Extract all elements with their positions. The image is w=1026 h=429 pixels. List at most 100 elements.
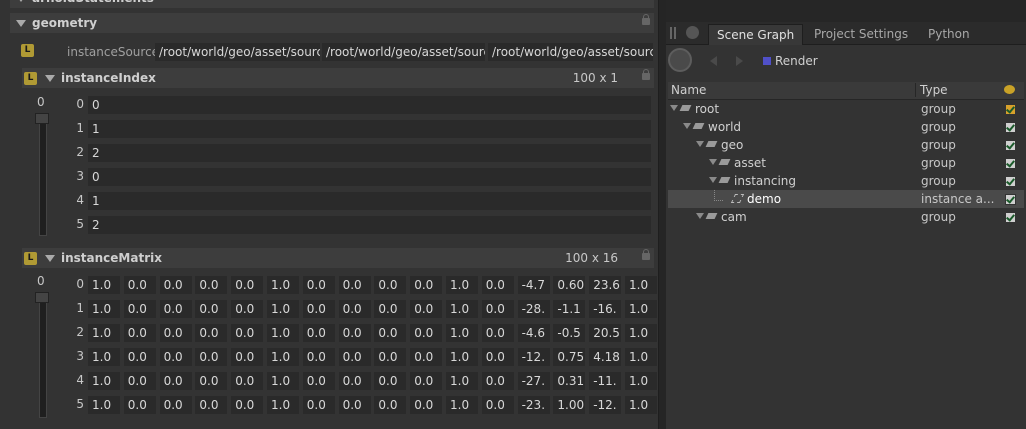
matrix-cell-field[interactable]: 0.0 [481,396,514,414]
matrix-cell-field[interactable]: 1.0 [88,396,120,414]
local-badge[interactable]: L [24,71,37,85]
matrix-cell-field[interactable]: 0.0 [338,300,371,318]
panel-menu-icon[interactable] [686,26,699,39]
matrix-cell-field[interactable]: 0.0 [302,396,335,414]
matrix-cell-field[interactable]: 1.0 [625,348,657,366]
matrix-cell-field[interactable]: 4.18 [589,348,622,366]
visibility-checkbox[interactable] [1005,140,1016,151]
matrix-cell-field[interactable]: 0.0 [374,372,407,390]
matrix-cell-field[interactable]: 0.0 [159,348,192,366]
matrix-cell-field[interactable]: 0.0 [123,348,156,366]
matrix-cell-field[interactable]: 0.0 [302,276,335,294]
expand-arrow-icon[interactable] [696,213,704,219]
matrix-cell-field[interactable]: 1.0 [88,372,120,390]
matrix-cell-field[interactable]: 0.0 [231,348,264,366]
matrix-cell-field[interactable]: 1.0 [446,300,478,318]
matrix-cell-field[interactable]: 0.0 [410,396,443,414]
matrix-cell-field[interactable]: 0.0 [338,372,371,390]
local-badge[interactable]: L [24,251,37,265]
instance-index-header[interactable]: L instanceIndex 100 x 1 [22,68,654,88]
matrix-cell-field[interactable]: 1.0 [625,276,657,294]
geometry-header[interactable]: geometry [10,13,654,33]
matrix-cell-field[interactable]: -12. [517,348,550,366]
visibility-checkbox[interactable] [1005,176,1016,187]
scene-tree-row[interactable]: root group [668,100,1024,118]
matrix-cell-field[interactable]: 0.0 [374,300,407,318]
expand-arrow-icon[interactable] [683,123,691,129]
katana-logo-icon[interactable] [668,48,692,72]
matrix-cell-field[interactable]: 0.0 [231,276,264,294]
scene-tree-row[interactable]: geo group [668,136,1024,154]
matrix-cell-field[interactable]: 1.0 [446,348,478,366]
collapse-arrow-icon[interactable] [45,254,55,262]
instance-index-field[interactable]: 2 [88,216,651,234]
scene-tree-row[interactable]: asset group [668,154,1024,172]
matrix-cell-field[interactable]: 0.0 [231,396,264,414]
matrix-cell-field[interactable]: 0.0 [338,276,371,294]
render-button[interactable]: Render [775,54,818,68]
matrix-cell-field[interactable]: 0.0 [123,276,156,294]
matrix-cell-field[interactable]: 1.0 [625,396,657,414]
matrix-cell-field[interactable]: 0.0 [159,396,192,414]
matrix-cell-field[interactable]: 0.60 [553,276,586,294]
tab-project-settings[interactable]: Project Settings [806,24,916,44]
matrix-cell-field[interactable]: 1.0 [446,324,478,342]
matrix-cell-field[interactable]: -27. [517,372,550,390]
instance-source-field[interactable]: /root/world/geo/asset/source [488,43,653,61]
matrix-cell-field[interactable]: 1.0 [625,300,657,318]
matrix-cell-field[interactable]: 1.0 [267,324,299,342]
matrix-cell-field[interactable]: -0.5 [553,324,586,342]
matrix-cell-field[interactable]: 1.0 [446,372,478,390]
matrix-cell-field[interactable]: 1.0 [267,348,299,366]
visibility-checkbox[interactable] [1005,158,1016,169]
collapse-arrow-icon[interactable] [16,0,26,2]
matrix-cell-field[interactable]: -4.6 [517,324,550,342]
collapse-arrow-icon[interactable] [16,19,26,27]
matrix-cell-field[interactable]: -4.7 [517,276,550,294]
back-arrow-icon[interactable] [710,56,717,66]
lock-icon[interactable] [642,14,650,25]
tab-python[interactable]: Python [920,24,978,44]
matrix-cell-field[interactable]: 0.0 [195,300,228,318]
matrix-cell-field[interactable]: 1.0 [267,276,299,294]
matrix-cell-field[interactable]: -12. [589,396,622,414]
matrix-cell-field[interactable]: 0.0 [231,324,264,342]
matrix-cell-field[interactable]: 0.0 [481,348,514,366]
instance-source-field[interactable]: /root/world/geo/asset/source [322,43,485,61]
instance-index-field[interactable]: 1 [88,192,651,210]
matrix-cell-field[interactable]: 20.5 [589,324,622,342]
forward-arrow-icon[interactable] [736,56,743,66]
matrix-cell-field[interactable]: 0.75 [553,348,586,366]
matrix-cell-field[interactable]: 0.0 [123,300,156,318]
matrix-cell-field[interactable]: 0.0 [159,276,192,294]
matrix-cell-field[interactable]: 1.0 [446,396,478,414]
matrix-scroll-handle[interactable] [35,292,49,303]
matrix-scroll-track[interactable] [39,292,47,418]
matrix-cell-field[interactable]: 0.0 [123,324,156,342]
matrix-cell-field[interactable]: 1.0 [88,300,120,318]
lock-icon[interactable] [642,249,650,260]
expand-arrow-icon[interactable] [709,159,717,165]
instance-source-field[interactable]: /root/world/geo/asset/source [155,43,320,61]
matrix-cell-field[interactable]: 1.0 [88,276,120,294]
matrix-cell-field[interactable]: 1.0 [88,324,120,342]
scene-tree-row[interactable]: demo instance a... [668,190,1024,208]
panel-grip-icon[interactable] [670,27,676,39]
matrix-cell-field[interactable]: 0.0 [410,276,443,294]
matrix-cell-field[interactable]: 0.0 [374,324,407,342]
lock-icon[interactable] [642,69,650,80]
instance-matrix-header[interactable]: L instanceMatrix 100 x 16 [22,248,654,268]
visibility-checkbox[interactable] [1005,104,1016,115]
matrix-cell-field[interactable]: 0.0 [410,372,443,390]
matrix-cell-field[interactable]: 0.0 [481,324,514,342]
matrix-cell-field[interactable]: -23. [517,396,550,414]
instance-index-field[interactable]: 0 [88,96,651,114]
matrix-cell-field[interactable]: 0.0 [195,396,228,414]
collapse-arrow-icon[interactable] [45,74,55,82]
expand-arrow-icon[interactable] [696,141,704,147]
matrix-cell-field[interactable]: 0.0 [159,300,192,318]
scene-tree-row[interactable]: cam group [668,208,1024,226]
matrix-cell-field[interactable]: 0.0 [338,396,371,414]
matrix-cell-field[interactable]: 0.0 [123,396,156,414]
matrix-cell-field[interactable]: 0.0 [302,324,335,342]
